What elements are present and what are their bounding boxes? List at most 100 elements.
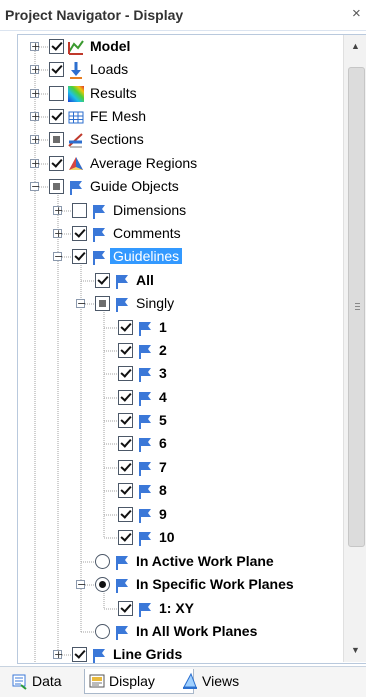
tree-node[interactable]: 8 — [0, 481, 340, 501]
checkbox[interactable] — [118, 460, 133, 475]
tree-node[interactable]: 7 — [0, 458, 340, 478]
tree-node[interactable]: − Guide Objects — [0, 177, 340, 197]
tree-node-label[interactable]: Average Regions — [90, 155, 197, 171]
tree-node[interactable]: + Sections — [0, 130, 340, 150]
tree-node[interactable]: − Singly — [0, 294, 340, 314]
tree-node-label[interactable]: 9 — [159, 506, 167, 522]
tree-node[interactable]: In All Work Planes — [0, 622, 340, 642]
tree-node-label[interactable]: 1 — [159, 319, 167, 335]
tree-node-label[interactable]: Line Grids — [113, 646, 182, 662]
tree-node[interactable]: + FE Mesh — [0, 107, 340, 127]
tree-node-label[interactable]: Guide Objects — [90, 178, 179, 194]
scrollbar-thumb[interactable] — [348, 67, 365, 547]
collapse-icon[interactable]: − — [53, 251, 63, 262]
tree-node[interactable]: 3 — [0, 364, 340, 384]
expand-icon[interactable]: + — [30, 158, 40, 169]
radio-button[interactable] — [95, 624, 110, 639]
tree-node-label[interactable]: Singly — [136, 295, 174, 311]
collapse-icon[interactable]: − — [76, 298, 86, 309]
tree-node-label[interactable]: FE Mesh — [90, 108, 146, 124]
tree-node-label[interactable]: Loads — [90, 61, 128, 77]
tree-node[interactable]: + Loads — [0, 60, 340, 80]
tree-node-label[interactable]: All — [136, 272, 154, 288]
tree-node[interactable]: 10 — [0, 528, 340, 548]
tree-node-label[interactable]: 8 — [159, 482, 167, 498]
checkbox[interactable] — [72, 226, 87, 241]
tree-node[interactable]: All — [0, 271, 340, 291]
checkbox[interactable] — [72, 249, 87, 264]
checkbox[interactable] — [49, 86, 64, 101]
checkbox[interactable] — [49, 62, 64, 77]
expand-icon[interactable]: + — [30, 111, 40, 122]
checkbox[interactable] — [49, 132, 64, 147]
tree-node[interactable]: In Active Work Plane — [0, 552, 340, 572]
tree-node-label[interactable]: 3 — [159, 365, 167, 381]
tree-node[interactable]: 2 — [0, 341, 340, 361]
checkbox[interactable] — [118, 413, 133, 428]
tree-node-label[interactable]: Guidelines — [110, 248, 183, 264]
tree-node[interactable]: 4 — [0, 388, 340, 408]
tree-node[interactable]: + Results — [0, 84, 340, 104]
scroll-down-icon[interactable]: ▼ — [344, 639, 366, 661]
checkbox[interactable] — [118, 530, 133, 545]
tree-node[interactable]: 9 — [0, 505, 340, 525]
expand-icon[interactable]: + — [30, 88, 40, 99]
vertical-scrollbar[interactable]: ▲ ▼ — [343, 35, 366, 662]
tree-node[interactable]: + Comments — [0, 224, 340, 244]
tree-node-label[interactable]: In Active Work Plane — [136, 553, 274, 569]
checkbox[interactable] — [118, 366, 133, 381]
checkbox[interactable] — [49, 179, 64, 194]
checkbox[interactable] — [72, 647, 87, 662]
checkbox[interactable] — [118, 390, 133, 405]
checkbox[interactable] — [95, 273, 110, 288]
tree-node[interactable]: 5 — [0, 411, 340, 431]
tree-node[interactable]: 1 — [0, 318, 340, 338]
expand-icon[interactable]: + — [53, 205, 63, 216]
checkbox[interactable] — [72, 203, 87, 218]
tree-node-label[interactable]: In All Work Planes — [136, 623, 257, 639]
checkbox[interactable] — [49, 156, 64, 171]
tree-node-label[interactable]: Results — [90, 85, 137, 101]
tree-node-label[interactable]: 4 — [159, 389, 167, 405]
tree-node-label[interactable]: In Specific Work Planes — [136, 576, 294, 592]
tree-node-label[interactable]: 7 — [159, 459, 167, 475]
tree-node[interactable]: + Average Regions — [0, 154, 340, 174]
expand-icon[interactable]: + — [30, 64, 40, 75]
checkbox[interactable] — [49, 39, 64, 54]
tree-node[interactable]: − In Specific Work Planes — [0, 575, 340, 595]
tab-data[interactable]: Data — [8, 669, 62, 693]
tree-node-label[interactable]: 1: XY — [159, 600, 194, 616]
radio-button[interactable] — [95, 554, 110, 569]
tree-node-label[interactable]: 5 — [159, 412, 167, 428]
tree-node[interactable]: − Guidelines — [0, 247, 340, 267]
checkbox[interactable] — [118, 507, 133, 522]
collapse-icon[interactable]: − — [76, 579, 86, 590]
radio-button[interactable] — [95, 577, 110, 592]
checkbox[interactable] — [118, 320, 133, 335]
checkbox[interactable] — [118, 483, 133, 498]
expand-icon[interactable]: + — [30, 134, 40, 145]
tree-node-label[interactable]: Sections — [90, 131, 144, 147]
expand-icon[interactable]: + — [53, 649, 63, 660]
expand-icon[interactable]: + — [53, 228, 63, 239]
expand-icon[interactable]: + — [30, 41, 40, 52]
tree-node-label[interactable]: 10 — [159, 529, 175, 545]
scroll-up-icon[interactable]: ▲ — [344, 35, 366, 57]
tree-node-label[interactable]: 2 — [159, 342, 167, 358]
tree-node-label[interactable]: Dimensions — [113, 202, 186, 218]
checkbox[interactable] — [118, 436, 133, 451]
checkbox[interactable] — [118, 343, 133, 358]
tree-node[interactable]: + Line Grids — [0, 645, 340, 665]
tree-node-label[interactable]: 6 — [159, 435, 167, 451]
tree-node-label[interactable]: Comments — [113, 225, 181, 241]
checkbox[interactable] — [95, 296, 110, 311]
checkbox[interactable] — [118, 601, 133, 616]
collapse-icon[interactable]: − — [30, 181, 40, 192]
tab-views[interactable]: Views — [178, 669, 239, 693]
checkbox[interactable] — [49, 109, 64, 124]
tree-node[interactable]: 1: XY — [0, 599, 340, 619]
tree-node[interactable]: 6 — [0, 434, 340, 454]
tree-node-label[interactable]: Model — [90, 38, 130, 54]
tree-node[interactable]: + Model — [0, 37, 340, 57]
tree-node[interactable]: + Dimensions — [0, 201, 340, 221]
